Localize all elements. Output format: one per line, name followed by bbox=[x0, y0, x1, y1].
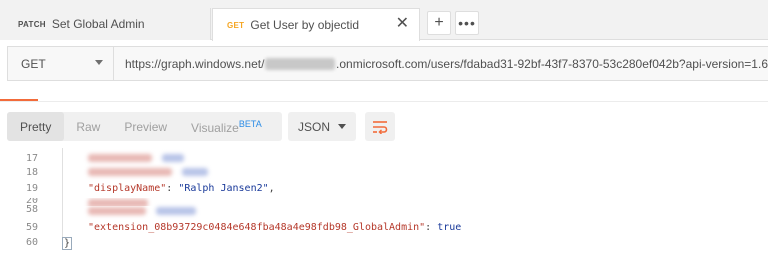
chevron-down-icon bbox=[95, 60, 103, 65]
view-tab-visualize[interactable]: VisualizeBETA bbox=[179, 119, 274, 135]
beta-badge: BETA bbox=[238, 118, 262, 129]
view-tab-raw[interactable]: Raw bbox=[64, 120, 112, 134]
redacted-line bbox=[88, 153, 184, 164]
line-number: 18 bbox=[25, 167, 38, 178]
code-line: 19 "displayName": "Ralph Jansen2", bbox=[0, 183, 768, 197]
redacted-line bbox=[88, 167, 208, 178]
chevron-down-icon bbox=[338, 124, 346, 129]
json-key: "displayName" bbox=[88, 183, 167, 194]
format-value: JSON bbox=[298, 119, 331, 134]
line-number: 17 bbox=[25, 153, 38, 164]
format-dropdown[interactable]: JSON bbox=[288, 112, 356, 141]
json-value: "Ralph Jansen2" bbox=[178, 183, 269, 194]
line-number: 19 bbox=[25, 183, 38, 194]
response-view-tabs: Pretty Raw Preview VisualizeBETA bbox=[7, 112, 282, 141]
url-suffix: .onmicrosoft.com/users/fdabad31-92bf-43f… bbox=[336, 56, 768, 71]
wrap-lines-button[interactable] bbox=[365, 112, 395, 141]
url-input[interactable]: https://graph.windows.net/ .onmicrosoft.… bbox=[114, 47, 768, 80]
view-tab-preview[interactable]: Preview bbox=[112, 120, 179, 134]
redacted-line bbox=[88, 206, 196, 217]
divider bbox=[0, 101, 768, 102]
code-line: 18 bbox=[0, 167, 768, 181]
json-separator: : bbox=[425, 222, 438, 233]
code-line: 60 } bbox=[0, 237, 768, 251]
tab-method-badge: PATCH bbox=[18, 19, 46, 29]
json-comma: , bbox=[268, 183, 275, 194]
code-line: 59 "extension_08b93729c0484e648fba48a4e9… bbox=[0, 222, 768, 236]
json-separator: : bbox=[166, 183, 179, 194]
line-number: 59 bbox=[25, 222, 38, 233]
code-line: 58 bbox=[0, 204, 768, 220]
line-number: 60 bbox=[25, 237, 38, 248]
request-url-bar: GET https://graph.windows.net/ .onmicros… bbox=[7, 46, 768, 81]
more-actions-button[interactable]: ••• bbox=[455, 11, 479, 35]
closing-brace: } bbox=[62, 237, 73, 250]
url-prefix: https://graph.windows.net/ bbox=[125, 56, 265, 71]
response-body[interactable]: 17 18 19 "displayName": "Ralph Jansen2",… bbox=[0, 148, 768, 254]
tab-set-global-admin[interactable]: PATCH Set Global Admin bbox=[0, 8, 211, 40]
visualize-label: Visualize bbox=[191, 120, 239, 135]
method-value: GET bbox=[21, 56, 46, 71]
redacted-line bbox=[88, 198, 148, 206]
tab-bar: PATCH Set Global Admin GET Get User by o… bbox=[0, 0, 768, 41]
tab-method-badge: GET bbox=[227, 20, 245, 30]
close-icon[interactable]: ✕ bbox=[396, 16, 409, 32]
line-number: 58 bbox=[25, 204, 38, 215]
view-tab-pretty[interactable]: Pretty bbox=[7, 112, 65, 141]
wrap-lines-icon bbox=[373, 120, 388, 134]
tab-title: Set Global Admin bbox=[51, 17, 145, 31]
method-dropdown[interactable]: GET bbox=[8, 47, 114, 80]
code-line: 20 bbox=[0, 198, 768, 206]
new-tab-button[interactable]: + bbox=[427, 11, 451, 35]
code-line: 17 bbox=[0, 153, 768, 167]
redacted-tenant bbox=[265, 57, 336, 70]
json-value: true bbox=[437, 222, 462, 233]
tab-get-user-by-objectid[interactable]: GET Get User by objectid ✕ bbox=[212, 8, 420, 41]
json-key: "extension_08b93729c0484e648fba48a4e98fd… bbox=[88, 222, 426, 233]
tab-title: Get User by objectid bbox=[250, 18, 360, 32]
